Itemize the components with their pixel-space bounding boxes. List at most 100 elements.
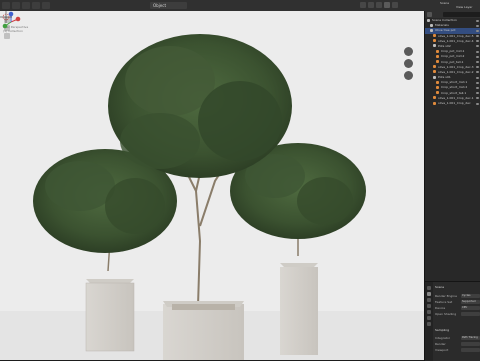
visibility-eye-icon[interactable] [476, 24, 479, 27]
outliner-row-label: olive_1.001_Crop_dec.4 [438, 38, 474, 43]
render-tab-icon[interactable] [427, 292, 431, 296]
property-label: Viewport [435, 348, 449, 352]
output-tab-icon[interactable] [427, 298, 431, 302]
visibility-eye-icon[interactable] [476, 35, 479, 38]
property-field[interactable] [461, 312, 480, 316]
collection-icon [427, 18, 430, 22]
y-axis-icon [2, 23, 8, 29]
visibility-eye-icon[interactable] [476, 19, 479, 22]
property-field[interactable]: Cycles [461, 294, 480, 298]
visibility-eye-icon[interactable] [476, 71, 479, 74]
collection-icon [433, 75, 436, 79]
visibility-eye-icon[interactable] [476, 45, 479, 48]
visibility-eye-icon[interactable] [476, 86, 479, 89]
move-tool-icon[interactable] [4, 33, 10, 39]
outliner-row-label: Olive tree pot [435, 28, 456, 33]
camera-view-icon[interactable] [404, 71, 413, 80]
view-layer-name[interactable]: View Layer [456, 5, 472, 9]
add-menu-button[interactable] [32, 2, 40, 9]
property-label: Device [435, 306, 446, 310]
solid-shading-icon[interactable] [376, 2, 382, 8]
property-field[interactable] [461, 342, 480, 346]
rendered-shading-icon[interactable] [392, 2, 398, 8]
property-field[interactable]: CPU [461, 306, 480, 310]
outliner-row-label: Materials [435, 23, 449, 28]
visibility-eye-icon[interactable] [476, 29, 479, 32]
xray-icon[interactable] [368, 2, 374, 8]
outliner-row-label: Crop_short_mid.1 [441, 80, 468, 85]
visibility-eye-icon[interactable] [476, 40, 479, 43]
property-label: Feature Set [435, 300, 453, 304]
visibility-eye-icon[interactable] [476, 66, 479, 69]
outliner-row-label: Scene Collection [432, 18, 457, 22]
outliner-row[interactable]: olive_1.001_Crop_dec [425, 101, 480, 106]
properties-panel: Scene Render Engine Cycles Feature Set Supp… [424, 281, 480, 361]
outliner-row-label: Crop_pot_tall.1 [441, 59, 464, 64]
mesh-icon [436, 60, 439, 63]
mesh-icon [433, 101, 436, 105]
visibility-eye-icon[interactable] [476, 50, 479, 53]
visibility-eye-icon[interactable] [476, 102, 479, 105]
mesh-icon [436, 80, 439, 84]
outliner-panel: Scene Collection Materials Olive tree pot o… [424, 11, 480, 281]
visibility-eye-icon[interactable] [476, 97, 479, 100]
zoom-icon[interactable] [404, 47, 413, 56]
viewport-render [0, 34, 424, 360]
mesh-icon [433, 65, 436, 69]
outliner-row-label: olive_1.001_Crop_dec.3 [438, 64, 474, 69]
tool-tab-icon[interactable] [427, 286, 431, 290]
outliner-row-label: Pots v02 [438, 43, 451, 48]
3d-viewport[interactable]: User Perspective (1) Collection [0, 11, 424, 360]
collection-icon [430, 28, 433, 32]
pot-right [280, 263, 318, 355]
pan-icon[interactable] [404, 59, 413, 68]
visibility-eye-icon[interactable] [476, 55, 479, 58]
outliner-row-label: olive_1.001_Crop_dec.2 [438, 69, 474, 74]
mesh-icon [436, 49, 439, 53]
visibility-eye-icon[interactable] [476, 61, 479, 63]
select-menu-button[interactable] [22, 2, 30, 9]
outliner-row-label: Crop_pot_mid.2 [441, 54, 465, 59]
property-label: Render Engine [435, 294, 457, 298]
outliner-search-input[interactable] [443, 12, 480, 17]
3d-cursor-icon [0, 11, 12, 23]
pot-center [163, 301, 244, 360]
collection-icon [430, 23, 433, 27]
property-field[interactable]: Supported [461, 300, 480, 304]
outliner-row-label: olive_1.001_Crop_dec [438, 101, 471, 105]
object-menu-button[interactable] [42, 2, 50, 9]
property-label: Open Shading [435, 312, 457, 316]
visibility-eye-icon[interactable] [476, 76, 479, 79]
x-axis-icon [15, 16, 21, 22]
sampling-section-title[interactable]: Sampling [435, 328, 449, 332]
outliner-header [425, 11, 480, 18]
outliner-tree: Scene Collection Materials Olive tree pot o… [425, 18, 480, 106]
scene-tab-icon[interactable] [427, 304, 431, 308]
scene-name[interactable]: Scene [440, 1, 449, 5]
editor-type-button[interactable] [2, 2, 10, 9]
property-field[interactable]: Path Tracing [461, 336, 480, 340]
property-field[interactable] [461, 348, 480, 352]
view-mode-dropdown[interactable]: Object [150, 2, 187, 9]
outliner-row-label: Crop_pot_mid.1 [441, 49, 465, 54]
outliner-row-label: Crop_short_mid.2 [441, 85, 468, 90]
property-label: Render [435, 342, 446, 346]
view-menu-button[interactable] [12, 2, 20, 9]
outliner-row-label: olive_1.001_Crop_dec.5 [438, 33, 474, 38]
visibility-eye-icon[interactable] [476, 81, 479, 84]
visibility-eye-icon[interactable] [476, 92, 479, 95]
world-tab-icon[interactable] [427, 310, 431, 314]
object-tab-icon[interactable] [427, 316, 431, 320]
outliner-row-label: Crop_short_tall.1 [441, 90, 467, 95]
properties-section-title: Scene [435, 285, 445, 289]
property-label: Integrator [435, 336, 451, 340]
material-shading-icon[interactable] [384, 2, 390, 8]
properties-tabs [425, 282, 433, 361]
mesh-icon [433, 39, 436, 43]
display-mode-icon[interactable] [427, 12, 432, 17]
mesh-icon [433, 70, 436, 74]
collection-icon [433, 44, 436, 48]
modifier-tab-icon[interactable] [427, 322, 431, 326]
overlay-icon[interactable] [360, 2, 366, 8]
mesh-icon [433, 34, 436, 38]
